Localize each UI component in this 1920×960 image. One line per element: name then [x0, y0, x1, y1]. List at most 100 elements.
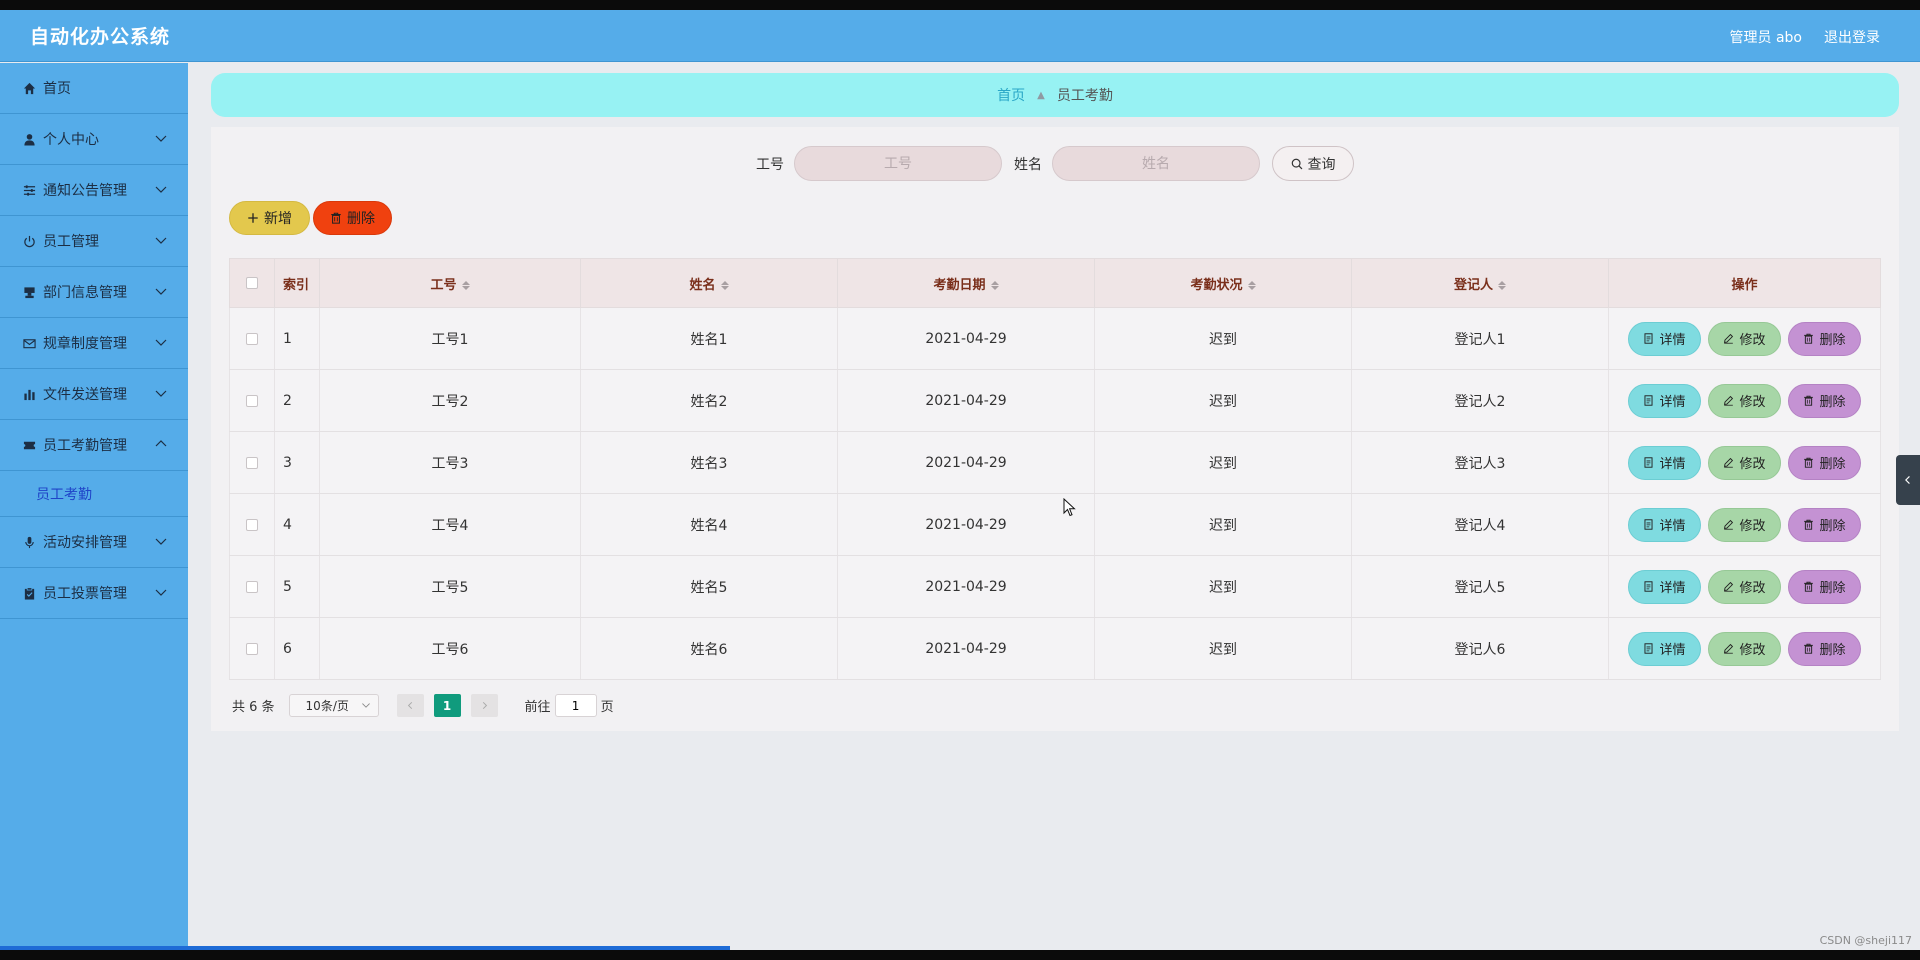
row-actions: 详情 修改 删除 — [1609, 507, 1880, 542]
user-icon — [22, 132, 36, 146]
sort-icon[interactable] — [1498, 280, 1506, 290]
row-checkbox[interactable] — [246, 518, 258, 531]
column-header-name[interactable]: 姓名 — [580, 258, 838, 308]
cell-emp-no: 工号2 — [319, 369, 581, 432]
table-row[interactable]: 5 工号5 姓名5 2021-04-29 迟到 登记人5 详情 修改 删除 — [229, 555, 1881, 618]
sidebar-item-label: 通知公告管理 — [43, 183, 127, 199]
row-checkbox[interactable] — [246, 456, 258, 469]
cell-registrar: 登记人3 — [1351, 431, 1609, 494]
cell-actions: 详情 修改 删除 — [1608, 307, 1881, 370]
breadcrumb-home[interactable]: 首页 — [997, 85, 1025, 105]
page-number-current[interactable]: 1 — [433, 694, 461, 717]
delete-button[interactable]: 删除 — [1788, 569, 1861, 604]
sidebar-item-activities[interactable]: 活动安排管理 — [0, 517, 188, 568]
chevron-right-icon — [482, 701, 487, 710]
edit-icon — [1724, 395, 1734, 406]
column-header-status[interactable]: 考勤状况 — [1094, 258, 1352, 308]
table-row[interactable]: 4 工号4 姓名4 2021-04-29 迟到 登记人4 详情 修改 删除 — [229, 493, 1881, 556]
detail-button[interactable]: 详情 — [1628, 631, 1701, 666]
plus-icon — [248, 213, 258, 223]
sort-icon[interactable] — [720, 280, 729, 290]
delete-button-label: 删除 — [1819, 581, 1846, 596]
sidebar-item-voting[interactable]: 员工投票管理 — [0, 568, 188, 619]
table-row[interactable]: 2 工号2 姓名2 2021-04-29 迟到 登记人2 详情 修改 删除 — [229, 369, 1881, 432]
row-actions: 详情 修改 删除 — [1609, 383, 1880, 418]
delete-button[interactable]: 删除 — [1788, 321, 1861, 356]
column-header-date[interactable]: 考勤日期 — [837, 258, 1095, 308]
column-header-emp-no[interactable]: 工号 — [319, 258, 581, 308]
ticket-icon — [22, 438, 36, 452]
sort-icon[interactable] — [1247, 280, 1256, 290]
edit-button[interactable]: 修改 — [1708, 321, 1781, 356]
delete-button[interactable]: 删除 — [1788, 383, 1861, 418]
prev-page-button[interactable] — [396, 694, 424, 717]
batch-delete-button[interactable]: 删除 — [313, 201, 392, 235]
sidebar-item-attendance[interactable]: 员工考勤管理 — [0, 420, 188, 471]
detail-button[interactable]: 详情 — [1628, 445, 1701, 480]
collapse-side-panel-button[interactable] — [1896, 455, 1920, 505]
table-row[interactable]: 3 工号3 姓名3 2021-04-29 迟到 登记人3 详情 修改 删除 — [229, 431, 1881, 494]
chevron-up-icon — [155, 440, 167, 447]
query-button[interactable]: 查询 — [1272, 146, 1354, 181]
sort-icon[interactable] — [990, 280, 999, 290]
row-checkbox[interactable] — [246, 332, 258, 345]
page-size-select[interactable]: 10条/页 — [288, 694, 379, 717]
row-checkbox[interactable] — [246, 394, 258, 407]
detail-button[interactable]: 详情 — [1628, 569, 1701, 604]
trash-icon — [1804, 457, 1814, 468]
mouse-pointer-icon — [1063, 497, 1077, 522]
add-button[interactable]: 新增 — [229, 201, 310, 235]
sidebar-item-file-send[interactable]: 文件发送管理 — [0, 369, 188, 420]
sidebar-item-department[interactable]: 部门信息管理 — [0, 267, 188, 318]
logout-link[interactable]: 退出登录 — [1824, 27, 1880, 47]
sidebar: 首页 个人中心 通知公告管理 员工管理 部门信息管理 规章制度管理 文件发送管理… — [0, 63, 188, 950]
document-icon — [1644, 581, 1653, 592]
select-all-checkbox[interactable] — [246, 277, 258, 289]
edit-icon — [1724, 457, 1734, 468]
current-user[interactable]: 管理员 abo — [1730, 27, 1802, 47]
sort-icon[interactable] — [461, 280, 470, 290]
detail-button[interactable]: 详情 — [1628, 383, 1701, 418]
detail-button[interactable]: 详情 — [1628, 507, 1701, 542]
emp-no-input[interactable] — [794, 146, 1002, 181]
delete-button[interactable]: 删除 — [1788, 445, 1861, 480]
next-page-button[interactable] — [470, 694, 498, 717]
edit-button[interactable]: 修改 — [1708, 631, 1781, 666]
table-row[interactable]: 6 工号6 姓名6 2021-04-29 迟到 登记人6 详情 修改 删除 — [229, 617, 1881, 680]
search-bar: 工号 姓名 查询 — [211, 146, 1899, 181]
sidebar-subitem-attendance[interactable]: 员工考勤 — [0, 471, 188, 517]
sidebar-item-home[interactable]: 首页 — [0, 63, 188, 114]
edit-button[interactable]: 修改 — [1708, 569, 1781, 604]
cell-emp-no: 工号3 — [319, 431, 581, 494]
edit-button-label: 修改 — [1739, 333, 1766, 348]
delete-button[interactable]: 删除 — [1788, 631, 1861, 666]
name-input[interactable] — [1052, 146, 1260, 181]
edit-button[interactable]: 修改 — [1708, 445, 1781, 480]
cell-index: 4 — [274, 493, 320, 556]
sidebar-item-regulations[interactable]: 规章制度管理 — [0, 318, 188, 369]
goto-page-input[interactable] — [554, 694, 597, 717]
sidebar-item-notice[interactable]: 通知公告管理 — [0, 165, 188, 216]
page-load-progress — [0, 946, 730, 950]
delete-button[interactable]: 删除 — [1788, 507, 1861, 542]
edit-button[interactable]: 修改 — [1708, 383, 1781, 418]
column-header-registrar[interactable]: 登记人 — [1351, 258, 1609, 308]
cell-date: 2021-04-29 — [837, 493, 1095, 556]
edit-button[interactable]: 修改 — [1708, 507, 1781, 542]
sidebar-item-label: 个人中心 — [43, 132, 99, 148]
toolbar: 新增 删除 — [229, 201, 392, 235]
row-checkbox[interactable] — [246, 580, 258, 593]
cell-date: 2021-04-29 — [837, 555, 1095, 618]
document-icon — [1644, 333, 1653, 344]
sidebar-item-employees[interactable]: 员工管理 — [0, 216, 188, 267]
sidebar-item-personal-center[interactable]: 个人中心 — [0, 114, 188, 165]
trash-icon — [1804, 519, 1814, 530]
edit-icon — [1724, 519, 1734, 530]
row-checkbox[interactable] — [246, 642, 258, 655]
cell-actions: 详情 修改 删除 — [1608, 555, 1881, 618]
stamp-icon — [22, 285, 36, 299]
sidebar-item-label: 文件发送管理 — [43, 387, 127, 403]
trash-icon — [331, 212, 341, 224]
table-row[interactable]: 1 工号1 姓名1 2021-04-29 迟到 登记人1 详情 修改 删除 — [229, 307, 1881, 370]
detail-button[interactable]: 详情 — [1628, 321, 1701, 356]
